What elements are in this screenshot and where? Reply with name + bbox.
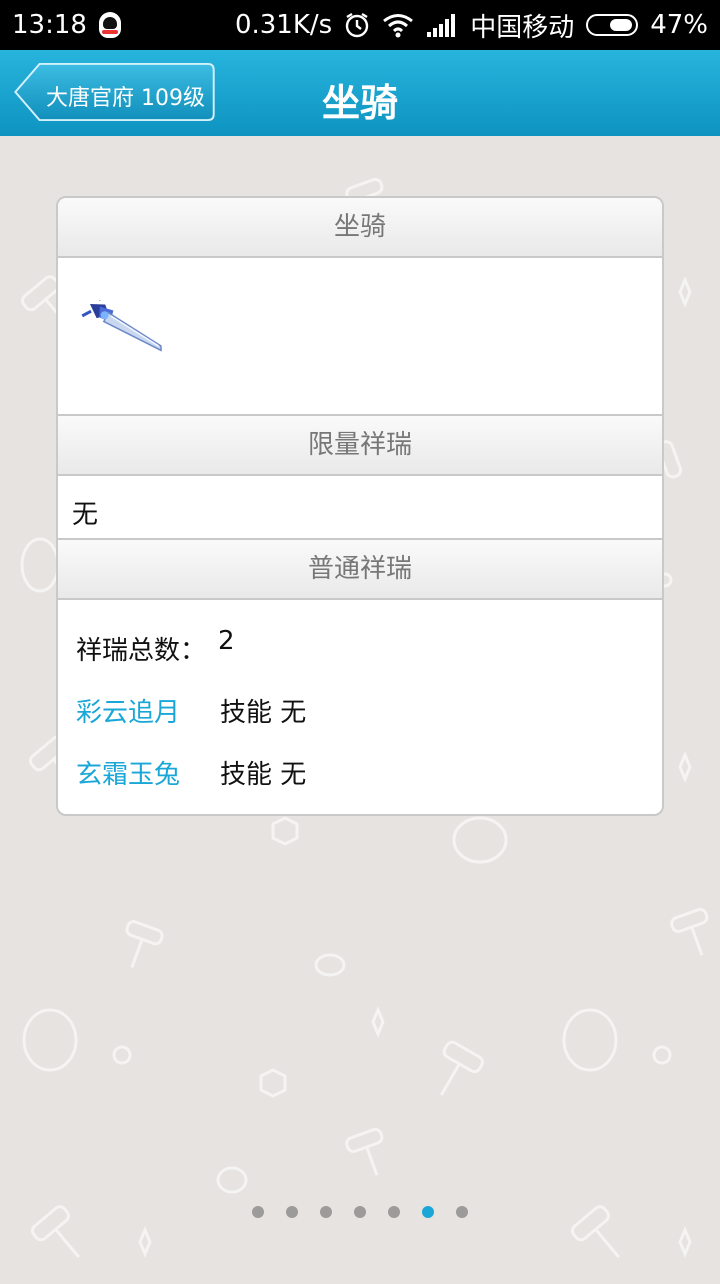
page-dot[interactable]	[354, 1206, 366, 1218]
status-time: 13:18	[12, 10, 87, 40]
signal-icon	[427, 14, 456, 37]
page-dot[interactable]	[456, 1206, 468, 1218]
status-right: 0.31K/s 中国移动 47%	[235, 7, 708, 44]
limited-value: 无	[72, 500, 99, 530]
qq-notification-icon	[98, 12, 121, 38]
page-dot[interactable]	[286, 1206, 298, 1218]
normal-section-header: 普通祥瑞	[58, 538, 662, 600]
sword-mount-icon	[81, 300, 162, 352]
status-bar: 13:18 0.31K/s 中国移动 47%	[0, 0, 720, 50]
mount-item-name[interactable]: 玄霜玉兔	[76, 754, 180, 791]
page-dot[interactable]	[320, 1206, 332, 1218]
page-indicator	[252, 1206, 468, 1218]
mount-card: 坐骑 限量祥瑞 无 普通祥瑞 祥瑞总数： 2 彩云追月 技能 无 玄霜玉兔 技能…	[56, 196, 664, 816]
mount-item-name[interactable]: 彩云追月	[76, 692, 180, 729]
wifi-icon	[383, 14, 414, 38]
mount-section-header: 坐骑	[58, 198, 662, 258]
page-dot-active[interactable]	[422, 1206, 434, 1218]
page-title: 坐骑	[321, 81, 398, 125]
total-value: 2	[218, 626, 235, 656]
page-dot[interactable]	[388, 1206, 400, 1218]
battery-percent: 47%	[650, 10, 708, 40]
network-speed: 0.31K/s	[234, 10, 333, 40]
total-label: 祥瑞总数：	[76, 636, 207, 666]
carrier-name: 中国移动	[470, 12, 575, 43]
mount-item-skill: 技能 无	[220, 760, 307, 790]
page-dot[interactable]	[252, 1206, 264, 1218]
battery-icon	[586, 14, 639, 36]
mount-item-skill: 技能 无	[220, 698, 307, 728]
alarm-icon	[345, 12, 369, 38]
limited-section-header: 限量祥瑞	[58, 414, 662, 476]
